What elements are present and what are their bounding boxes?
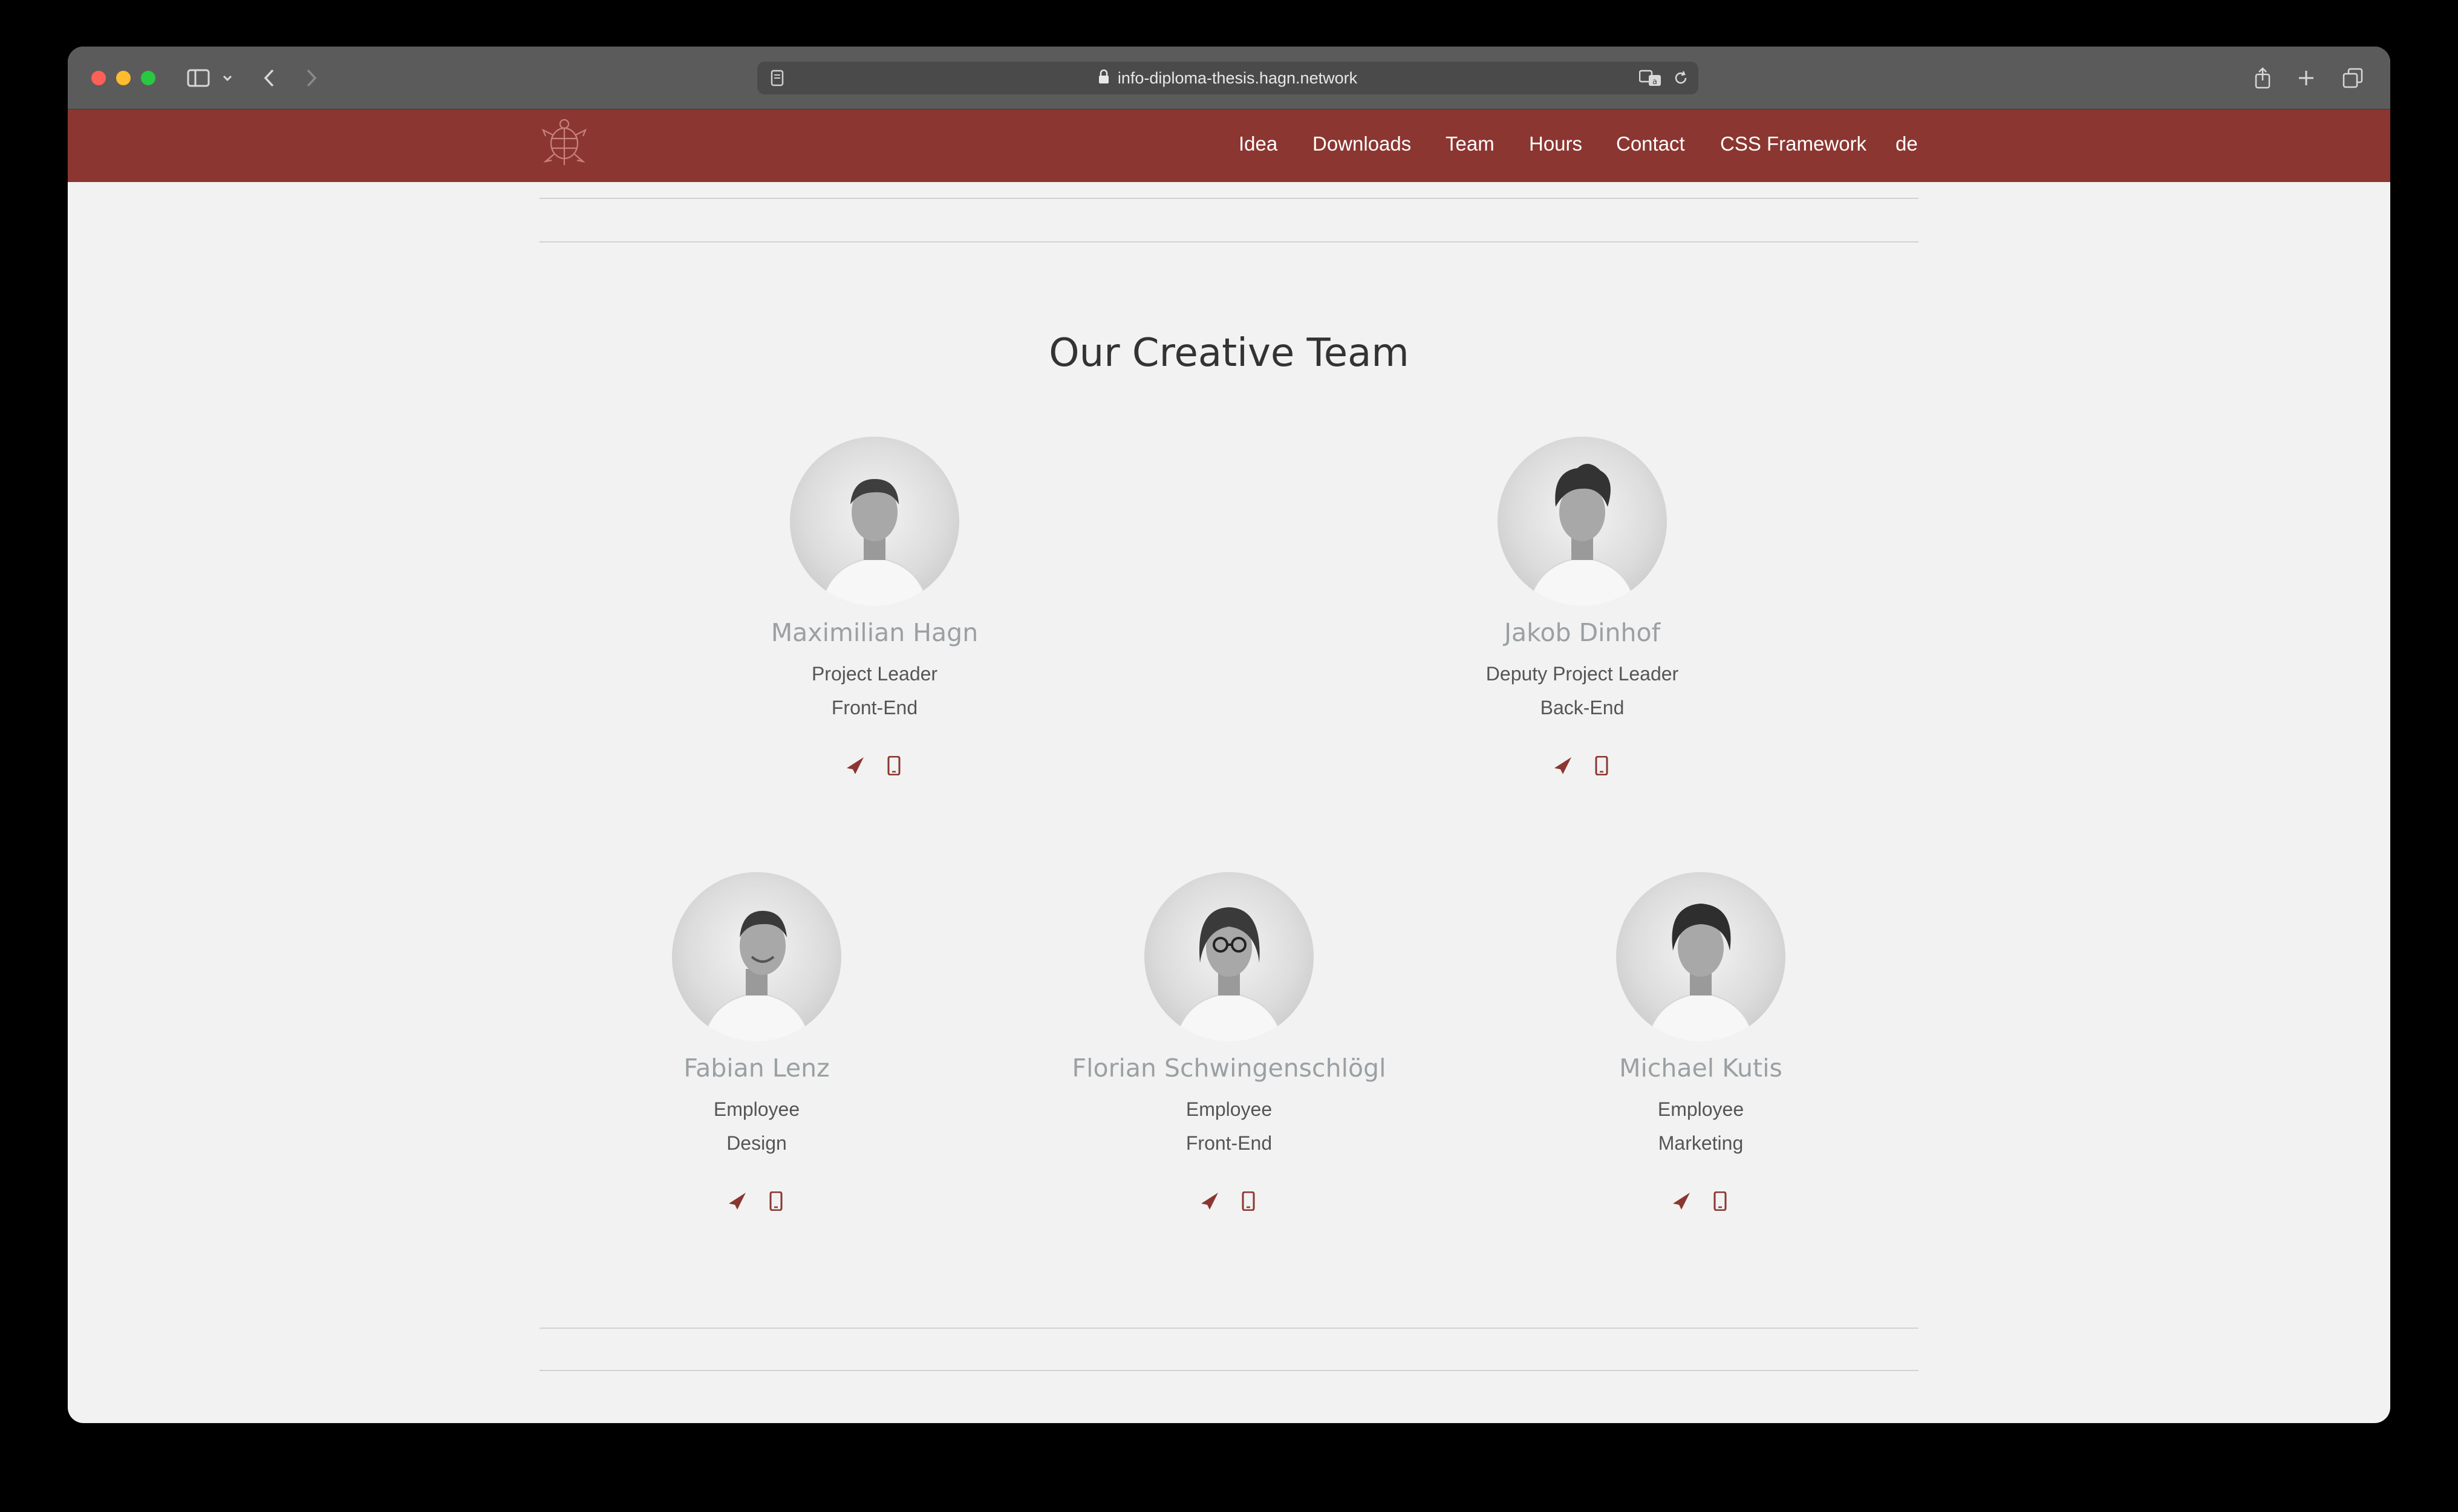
team-member-card: Maximilian Hagn Project Leader Front-End [633,437,1117,777]
member-role: Employee [1185,1098,1273,1120]
member-role: Project Leader [811,663,938,685]
member-role: Deputy Project Leader [1485,663,1679,685]
mobile-phone-icon[interactable] [1709,1190,1731,1212]
mobile-phone-icon[interactable] [1237,1190,1259,1212]
send-email-icon[interactable] [726,1190,748,1212]
send-email-icon[interactable] [1199,1190,1221,1212]
mobile-phone-icon[interactable] [883,755,905,777]
member-contact-links [515,1190,999,1212]
zoom-window-button[interactable] [141,71,155,85]
mobile-phone-icon[interactable] [1591,755,1612,777]
member-name: Jakob Dinhof [1504,618,1661,647]
plus-icon[interactable] [2296,65,2316,91]
address-bar[interactable]: info-diploma-thesis.hagn.network a [757,62,1698,94]
turtle-logo-icon[interactable] [537,114,592,169]
member-area: Back-End [1540,697,1625,719]
mobile-phone-icon[interactable] [765,1190,787,1212]
browser-window: info-diploma-thesis.hagn.network a Idea … [68,47,2390,1423]
nav-link-downloads[interactable]: Downloads [1312,132,1411,155]
reload-icon[interactable] [1673,70,1689,89]
member-photo [790,437,959,606]
divider [540,241,1918,243]
send-email-icon[interactable] [1552,755,1574,777]
browser-toolbar: info-diploma-thesis.hagn.network a [68,47,2390,110]
nav-link-css-framework[interactable]: CSS Framework [1720,132,1866,155]
member-photo [1144,872,1314,1041]
url-text: info-diploma-thesis.hagn.network [1117,68,1358,87]
member-name: Florian Schwingenschlögl [1072,1054,1386,1083]
member-name: Michael Kutis [1619,1054,1782,1083]
nav-link-contact[interactable]: Contact [1616,132,1685,155]
chevron-down-icon[interactable] [221,65,233,91]
member-photo [1498,437,1667,606]
member-contact-links [1459,1190,1943,1212]
nav-link-team[interactable]: Team [1446,132,1495,155]
chevron-left-icon[interactable] [260,65,278,91]
member-area: Front-End [831,697,918,719]
share-icon[interactable] [2252,65,2273,91]
chevron-right-icon[interactable] [302,65,321,91]
svg-text:a: a [1652,77,1657,86]
nav-link-idea[interactable]: Idea [1239,132,1277,155]
translate-icon[interactable]: a [1638,70,1663,90]
send-email-icon[interactable] [844,755,866,777]
team-member-card: Jakob Dinhof Deputy Project Leader Back-… [1340,437,1824,777]
tab-overview-icon[interactable] [2341,65,2365,91]
divider [540,1370,1918,1371]
member-role: Employee [1657,1098,1744,1120]
divider [540,1328,1918,1329]
member-area: Marketing [1658,1132,1744,1154]
member-name: Fabian Lenz [683,1054,830,1083]
sidebar-icon[interactable] [184,65,213,91]
member-contact-links [987,1190,1471,1212]
member-contact-links [633,755,1117,777]
team-section-title: Our Creative Team [1049,331,1409,376]
send-email-icon[interactable] [1671,1190,1692,1212]
member-contact-links [1340,755,1824,777]
member-area: Front-End [1185,1132,1273,1154]
member-photo [672,872,841,1041]
minimize-window-button[interactable] [116,71,131,85]
team-member-card: Fabian Lenz Employee Design [515,872,999,1212]
member-area: Design [726,1132,787,1154]
team-member-card: Michael Kutis Employee Marketing [1459,872,1943,1212]
site-navbar: Idea Downloads Team Hours Contact CSS Fr… [68,109,2390,182]
close-window-button[interactable] [91,71,106,85]
lock-icon [1098,69,1109,87]
member-role: Employee [713,1098,800,1120]
nav-link-hours[interactable]: Hours [1529,132,1582,155]
team-member-card: Florian Schwingenschlögl Employee Front-… [987,872,1471,1212]
member-name: Maximilian Hagn [771,618,979,647]
divider [540,198,1918,199]
member-photo [1616,872,1785,1041]
language-switch-link[interactable]: de [1896,132,1918,155]
